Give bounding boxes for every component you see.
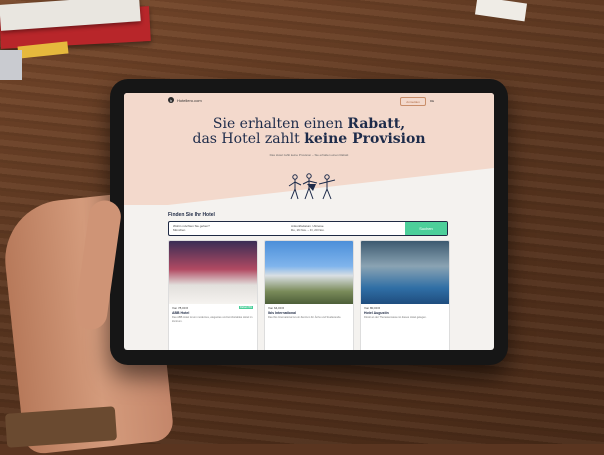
brand-logo[interactable]: h Hotellero.com [168, 97, 202, 103]
hotel-image [361, 241, 449, 304]
hotel-card[interactable]: Von 80,00 € Hotel Augustin Direkt an der… [360, 240, 450, 350]
brand-name: Hotellero.com [177, 97, 202, 103]
hotel-card[interactable]: Von 78,00 € ABB Hotel Das ABB Hotel ist … [168, 240, 258, 350]
destination-field[interactable]: Wohin möchten Sie gehen? München [169, 222, 287, 235]
login-button[interactable]: Anmelden [400, 97, 426, 106]
search-bar: Wohin möchten Sie gehen? München Ankunft… [168, 221, 448, 236]
hotel-card[interactable]: Von 64,00 € Ibis International Das Ibis … [264, 240, 354, 350]
hero-subtext: Das Hotel zahlt keine Provision – Sie er… [269, 153, 349, 157]
search-heading: Finden Sie Ihr Hotel [168, 212, 215, 218]
hotel-image [265, 241, 353, 304]
tablet-device: h Hotellero.com Anmelden DE Sie erhalten… [110, 79, 508, 365]
hotel-cards: Von 78,00 € ABB Hotel Das ABB Hotel ist … [168, 240, 450, 350]
grey-card [0, 50, 22, 80]
dates-field[interactable]: Ankunftsdatum / Abreise Do, 16 Nov. – Fr… [287, 222, 405, 235]
hotel-description: Das Ibis International ist ein Zentrum f… [268, 316, 342, 319]
search-button[interactable]: Suchen [405, 222, 447, 235]
tablet-screen: h Hotellero.com Anmelden DE Sie erhalten… [124, 93, 494, 350]
hotel-description: Das ABB Hotel ist ein modernes, elegante… [172, 316, 253, 323]
hotel-description: Direkt an der Theresienwiese ist dieses … [364, 316, 427, 319]
logo-icon: h [168, 97, 174, 103]
people-illustration-icon [288, 173, 336, 200]
language-selector[interactable]: DE [430, 99, 434, 103]
hotel-image [169, 241, 257, 304]
hero-headline: Sie erhalten einen Rabatt, das Hotel zah… [192, 116, 426, 147]
discount-badge: Rabatt 9% [238, 306, 253, 309]
